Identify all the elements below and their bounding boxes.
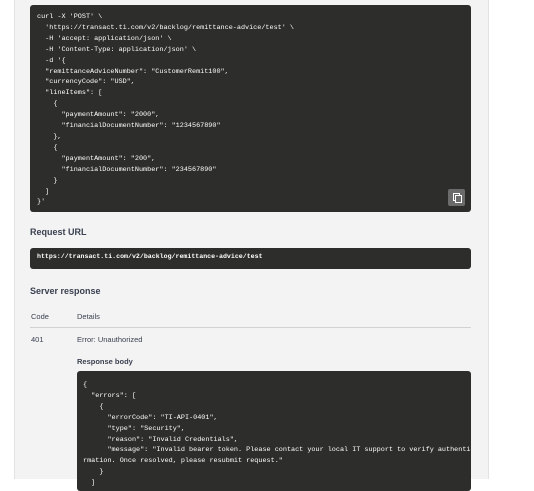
response-body-text: { "errors": [ { "errorCode": "TI-API-040… [83, 380, 471, 489]
details-column-header: Details [77, 312, 100, 321]
response-body-line: "message": "Invalid bearer token. Please… [107, 446, 471, 455]
curl-line: } [37, 176, 58, 185]
curl-line: -H 'Content-Type: application/json' \ [37, 45, 197, 54]
request-url-heading: Request URL [30, 227, 87, 237]
response-status-details: Error: Unauthorized [77, 335, 143, 344]
request-url-text: https://transact.ti.com/v2/backlog/remit… [37, 253, 263, 260]
server-response-heading: Server response [30, 286, 101, 296]
response-body-line: ] [83, 479, 96, 488]
code-column-header: Code [31, 312, 49, 321]
response-status-code: 401 [31, 335, 44, 344]
curl-line: "paymentAmount": "2000", [37, 111, 160, 120]
curl-line: "financialDocumentNumber": "1234567890" [37, 122, 221, 131]
response-body-label: Response body [77, 357, 133, 366]
copy-to-clipboard-button[interactable] [448, 189, 465, 206]
response-body-line: "errors": [ [83, 391, 137, 400]
table-header-divider [30, 327, 471, 328]
curl-line: "currencyCode": "USD", [37, 78, 135, 87]
response-body-line: rmation. Once resolved, please resubmit … [83, 457, 283, 466]
curl-line: curl -X 'POST' \ [37, 13, 103, 21]
curl-command-text: curl -X 'POST' \ 'https://transact.ti.co… [37, 12, 294, 208]
copy-icon-front [455, 195, 462, 203]
response-body-line: } [83, 468, 104, 477]
curl-line: 'https://transact.ti.com/v2/backlog/remi… [37, 23, 294, 32]
curl-line: -d '{ [37, 56, 66, 65]
curl-line: ] [37, 187, 50, 196]
curl-line: -H 'accept: application/json' \ [37, 34, 172, 43]
curl-command-block: curl -X 'POST' \ 'https://transact.ti.co… [30, 5, 471, 212]
curl-line: }, [37, 132, 62, 141]
response-body-block: { "errors": [ { "errorCode": "TI-API-040… [77, 371, 471, 491]
curl-line: "remittanceAdviceNumber": "CustomerRemit… [37, 67, 229, 76]
curl-line: }' [37, 198, 46, 207]
curl-line: { [37, 143, 58, 152]
response-body-line: { [83, 381, 88, 389]
response-body-line: "errorCode": "TI-API-0401", [83, 413, 218, 422]
request-url-box: https://transact.ti.com/v2/backlog/remit… [30, 248, 471, 269]
curl-line: "paymentAmount": "200", [37, 154, 156, 163]
response-body-line: "type": "Security", [83, 424, 185, 433]
curl-line: "lineItems": [ [37, 89, 103, 98]
response-body-line: "reason": "Invalid Credentials", [83, 435, 238, 444]
response-body-line: { [83, 402, 104, 411]
curl-line: { [37, 100, 58, 109]
curl-line: "financialDocumentNumber": "234567890" [37, 165, 217, 174]
